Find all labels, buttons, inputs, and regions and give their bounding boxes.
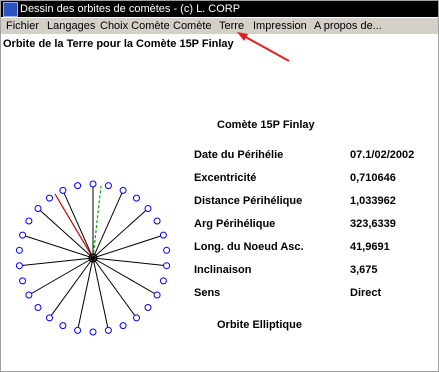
orbit-point xyxy=(119,322,127,330)
orbit-point xyxy=(34,205,42,212)
orbit-point xyxy=(15,246,23,254)
orbit-spoke xyxy=(92,234,164,259)
orbit-point xyxy=(89,328,97,336)
orbit-spoke xyxy=(92,190,124,259)
orbit-point xyxy=(25,217,33,225)
orbit-point xyxy=(19,277,27,285)
orbit-point xyxy=(74,182,82,190)
orbit-point xyxy=(144,205,152,212)
orbit-point xyxy=(19,231,27,239)
orbit-point xyxy=(133,194,140,202)
orbit-point xyxy=(133,314,140,322)
orbit-point xyxy=(15,262,23,270)
orbit-point xyxy=(89,180,97,188)
orbit-point xyxy=(159,231,167,239)
comet-red-line xyxy=(54,193,94,259)
orbit-point xyxy=(159,277,167,285)
orbit-point xyxy=(119,186,127,194)
orbit-point xyxy=(74,326,82,334)
orbit-point xyxy=(34,304,42,311)
orbit-point xyxy=(59,322,67,330)
orbit-point xyxy=(153,291,161,299)
orbit-point xyxy=(104,182,112,190)
orbit-point xyxy=(104,326,112,334)
orbit-point xyxy=(144,304,152,311)
orbit-spoke xyxy=(22,234,94,259)
orbit-point xyxy=(163,262,171,270)
orbit-point xyxy=(46,314,53,322)
orbit-point xyxy=(25,291,33,299)
orbit-spoke xyxy=(62,190,94,259)
orbit-point xyxy=(153,217,161,225)
orbit-point xyxy=(46,194,53,202)
orbit-spoke xyxy=(37,208,94,259)
comet-green-line xyxy=(92,185,102,259)
orbit-point xyxy=(59,186,67,194)
annotation-arrow xyxy=(237,32,290,62)
orbit-drawing xyxy=(15,32,290,336)
orbit-point xyxy=(163,246,171,254)
orbit-spoke xyxy=(92,208,149,259)
